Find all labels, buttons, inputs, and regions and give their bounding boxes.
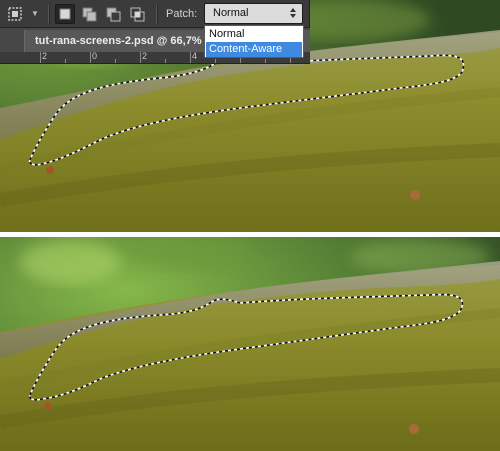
- canvas-after[interactable]: [0, 237, 500, 451]
- orange-spot: [46, 166, 54, 174]
- ruler-tick: [140, 52, 141, 63]
- canvas-before[interactable]: ▼ Patch: Normal tut-rana-screens-2.psd @…: [0, 0, 500, 232]
- ruler-number: 0: [92, 51, 98, 61]
- document-tab[interactable]: tut-rana-screens-2.psd @ 66,7%: [24, 30, 210, 52]
- ruler-number: 4: [192, 51, 198, 61]
- divider: [48, 4, 50, 24]
- ruler-tick: [90, 52, 91, 63]
- patch-mode-select[interactable]: Normal: [204, 3, 303, 24]
- ruler-tick: [190, 52, 191, 63]
- ruler-number: 2: [42, 51, 48, 61]
- add-to-selection-button[interactable]: [79, 4, 99, 24]
- screenshot-frame: ▼ Patch: Normal tut-rana-screens-2.psd @…: [0, 0, 500, 451]
- chevron-down-icon: ▼: [31, 9, 39, 18]
- orange-spot: [409, 424, 419, 434]
- intersect-selection-icon: [130, 7, 145, 22]
- document-tab-title: tut-rana-screens-2.psd @ 66,7%: [35, 35, 202, 47]
- new-selection-icon: [59, 8, 71, 20]
- add-to-selection-icon: [82, 7, 97, 22]
- patch-mode-value: Normal: [213, 7, 249, 19]
- ruler-tick: [40, 52, 41, 63]
- ruler-tick: [265, 59, 266, 63]
- divider: [156, 4, 158, 24]
- patch-mode-dropdown-list: Normal Content-Aware: [204, 25, 304, 58]
- ruler-tick: [115, 59, 116, 63]
- options-bar: ▼ Patch: Normal: [0, 0, 310, 28]
- tool-preset-picker[interactable]: ▼: [4, 4, 42, 24]
- subtract-from-selection-icon: [106, 7, 121, 22]
- ruler-tick: [165, 59, 166, 63]
- intersect-selection-button[interactable]: [127, 4, 147, 24]
- leaf-photo-bottom: [0, 237, 500, 451]
- document-tab-edge: [304, 30, 310, 52]
- orange-spot: [44, 402, 52, 410]
- patch-tool-icon: [8, 7, 22, 21]
- ruler-number: 2: [142, 51, 148, 61]
- updown-arrow-icon: [290, 8, 296, 18]
- ruler-tick: [65, 59, 66, 63]
- orange-spot: [410, 190, 420, 200]
- subtract-from-selection-button[interactable]: [103, 4, 123, 24]
- patch-option-normal[interactable]: Normal: [206, 27, 302, 42]
- ruler-tick: [215, 59, 216, 63]
- new-selection-button[interactable]: [55, 4, 75, 24]
- patch-label: Patch:: [166, 8, 198, 20]
- patch-option-content-aware[interactable]: Content-Aware: [206, 42, 302, 57]
